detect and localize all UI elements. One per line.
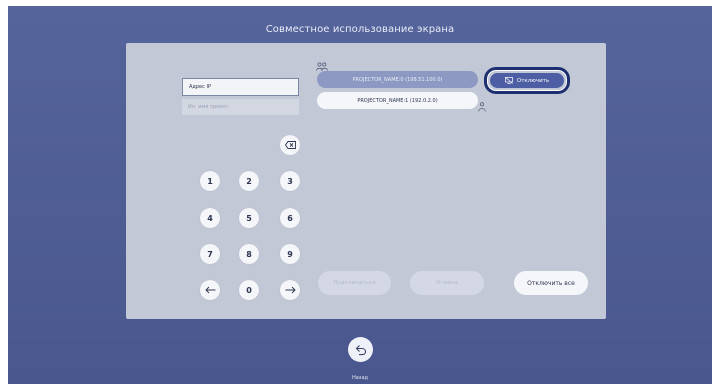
key-6[interactable]: 6 [280,208,300,228]
backspace-key[interactable] [280,135,300,155]
disconnect-all-button[interactable]: Отключить все [514,271,588,295]
ip-address-label: Адрес IP [189,84,211,90]
connect-button[interactable]: Подключаться [318,271,391,295]
disconnect-button[interactable]: Отключить [490,73,564,88]
backspace-icon [284,141,296,149]
projector-item-selected[interactable]: PROJECTOR_NAME:0 (198.51.100.0) [317,71,478,88]
screen-off-icon [505,77,513,84]
key-5[interactable]: 5 [239,208,259,228]
projector-name-placeholder: Ип. имя проект. [188,104,230,110]
main-panel: Адрес IP Ип. имя проект. 1 2 3 4 5 6 7 8… [126,43,606,319]
back-label: Назад [351,375,368,381]
key-8[interactable]: 8 [239,244,259,264]
arrow-left-key[interactable] [200,280,220,300]
page-title: Совместное использование экрана [265,24,455,35]
cancel-button[interactable]: Отмена [410,271,484,295]
person-icon [478,102,486,112]
key-1[interactable]: 1 [200,171,220,191]
back-button[interactable] [348,337,373,362]
key-2[interactable]: 2 [239,171,259,191]
projector-name: PROJECTOR_NAME:1 (192.0.2.0) [357,97,438,104]
disconnect-label: Отключить [516,77,550,84]
ip-address-field[interactable]: Адрес IP [182,78,299,96]
key-4[interactable]: 4 [200,208,220,228]
projector-name: PROJECTOR_NAME:0 (198.51.100.0) [352,76,443,83]
arrow-right-icon [285,286,296,294]
arrow-left-icon [204,286,215,294]
screen-share-screen: Совместное использование экрана Адрес IP… [8,6,712,384]
key-0[interactable]: 0 [239,280,259,300]
projector-item[interactable]: PROJECTOR_NAME:1 (192.0.2.0) [317,92,478,109]
people-icon [316,62,328,71]
projector-name-field[interactable]: Ип. имя проект. [182,99,299,115]
arrow-right-key[interactable] [280,280,300,300]
back-icon [355,344,366,355]
key-7[interactable]: 7 [200,244,220,264]
key-3[interactable]: 3 [280,171,300,191]
key-9[interactable]: 9 [280,244,300,264]
